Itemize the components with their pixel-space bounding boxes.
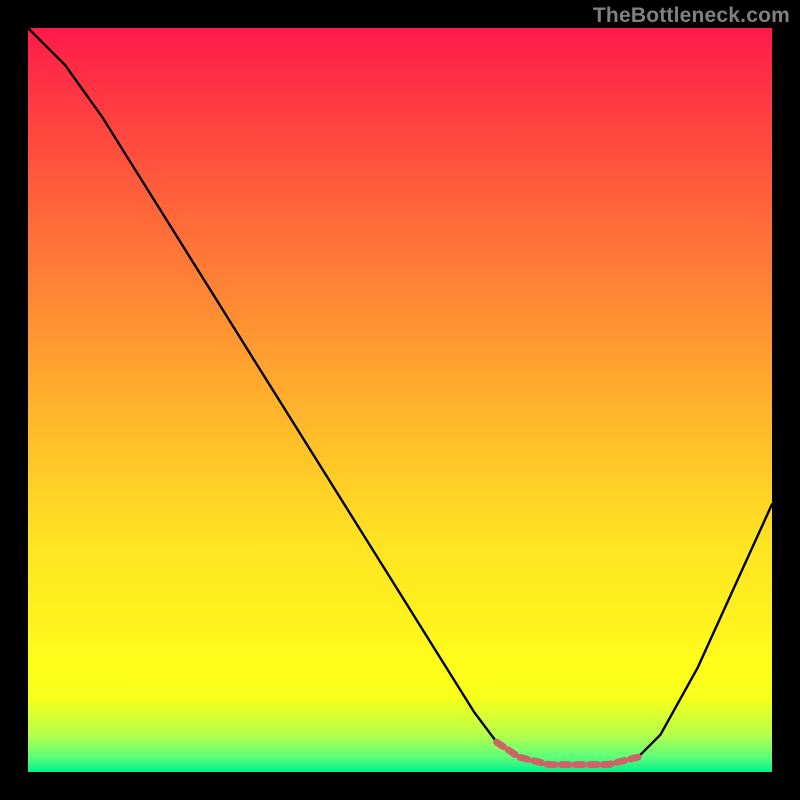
watermark-text: TheBottleneck.com — [593, 4, 790, 28]
plot-area — [28, 28, 772, 772]
curve-layer — [28, 28, 772, 772]
bottleneck-curve — [28, 28, 772, 765]
chart-frame: TheBottleneck.com — [0, 0, 800, 800]
optimal-zone-marker — [497, 742, 638, 764]
